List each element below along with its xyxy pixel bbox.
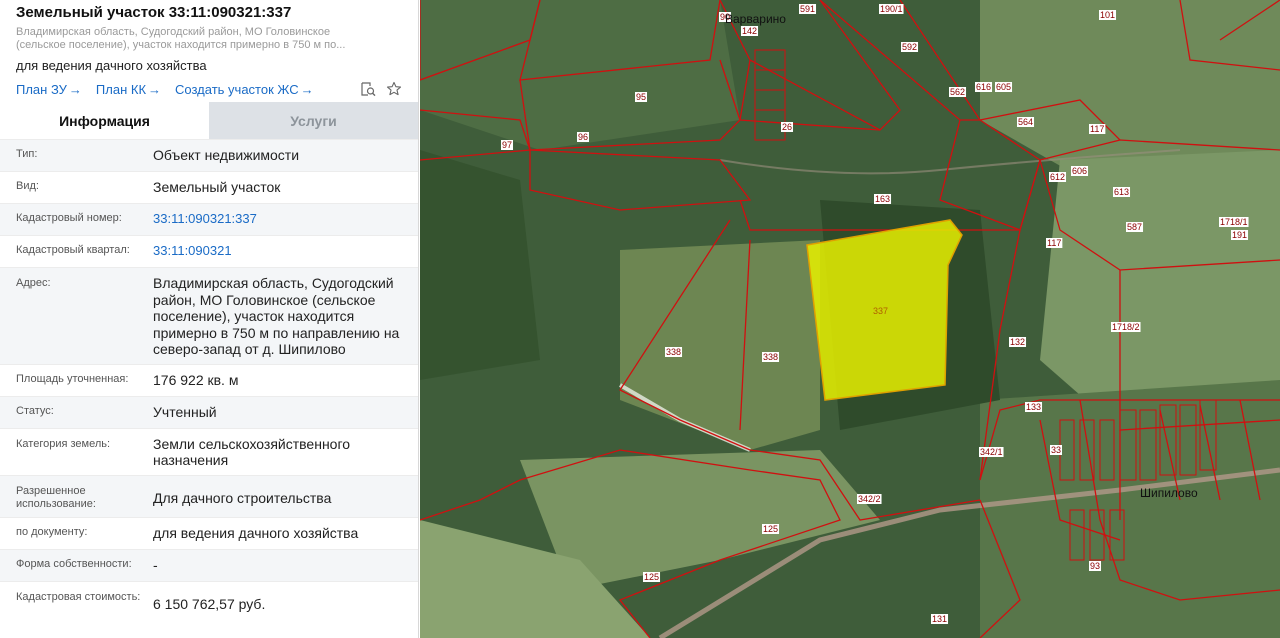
tab-services[interactable]: Услуги <box>209 102 418 139</box>
link-label: План КК <box>95 81 147 97</box>
parcel-number-label: 612 <box>1050 172 1065 182</box>
info-row-cadastral-quarter: Кадастровый квартал: 33:11:090321 <box>0 235 418 267</box>
info-row-area: Площадь уточненная: 176 922 кв. м <box>0 363 418 396</box>
row-label: Разрешенное использование: <box>16 484 96 510</box>
row-label: Статус: <box>16 404 54 417</box>
page-title: Земельный участок 33:11:090321:337 <box>16 4 292 21</box>
info-row-kind: Вид: Земельный участок <box>0 171 418 203</box>
parcel-number-label: 131 <box>932 614 947 624</box>
row-label: Адрес: <box>16 277 51 289</box>
info-row-type: Тип: Объект недвижимости <box>0 139 418 171</box>
row-value: для ведения дачного хозяйства <box>153 524 359 541</box>
parcel-number-label: 142 <box>742 26 757 36</box>
parcel-purpose: для ведения дачного хозяйства <box>16 58 207 73</box>
action-links: План ЗУ → План КК → Создать участок ЖС → <box>16 80 402 98</box>
parcel-number-label: 562 <box>950 87 965 97</box>
plan-zu-link[interactable]: План ЗУ → <box>16 82 82 97</box>
info-row-permitted-use: Разрешенное использование: Для дачного с… <box>0 474 418 517</box>
link-label: Создать участок ЖС <box>175 81 299 97</box>
create-parcel-link[interactable]: Создать участок ЖС → <box>175 82 314 97</box>
parcel-number-label: 342/2 <box>858 494 881 504</box>
satellite-imagery: 90142591 190/195969726592562 616 6055641176… <box>420 0 1280 638</box>
tab-information[interactable]: Информация <box>0 102 209 139</box>
address-subtitle-line: (сельское поселение), участок находится … <box>16 39 346 51</box>
panel-header: Земельный участок 33:11:090321:337 Влади… <box>0 0 418 102</box>
parcel-number-label: 96 <box>578 132 588 142</box>
row-value: 176 922 кв. м <box>153 371 239 388</box>
parcel-number-label: 125 <box>763 524 778 534</box>
info-row-cadastral-number: Кадастровый номер: 33:11:090321:337 <box>0 203 418 235</box>
info-row-address: Адрес: Владимирская область, Судогодский… <box>0 267 418 364</box>
row-label: Тип: <box>16 148 38 160</box>
header-tools <box>360 81 402 97</box>
village-label: Шипилово <box>1140 486 1198 500</box>
parcel-number-label: 564 <box>1018 117 1033 127</box>
parcel-number-label: 125 <box>644 572 659 582</box>
info-row-land-category: Категория земель: Земли сельскохозяйстве… <box>0 427 418 475</box>
plan-kk-link[interactable]: План КК → <box>96 82 161 97</box>
panel-tabs: Информация Услуги <box>0 102 418 139</box>
row-label: Вид: <box>16 180 39 192</box>
parcel-number-label: 613 <box>1114 187 1129 197</box>
row-value: Земли сельскохозяйственного назначения <box>153 435 351 469</box>
parcel-number-label: 605 <box>996 82 1011 92</box>
row-label: Площадь уточненная: <box>16 372 129 385</box>
village-label: Варварино <box>725 12 786 26</box>
row-value: Земельный участок <box>153 179 281 195</box>
row-value: Для дачного строительства <box>153 489 332 506</box>
parcel-number-label: 592 <box>902 42 917 52</box>
row-label: Кадастровый квартал: <box>16 244 130 256</box>
arrow-right-icon: → <box>148 81 162 97</box>
parcel-number-label: 190/1 <box>880 4 903 14</box>
row-value: Владимирская область, Судогодский район,… <box>153 275 400 357</box>
row-label: Кадастровая стоимость: <box>16 590 141 603</box>
link-label: План ЗУ <box>16 81 67 97</box>
row-label: Категория земель: <box>16 437 111 450</box>
selected-parcel-label: 337 <box>873 306 888 316</box>
parcel-number-label: 342/1 <box>980 447 1003 457</box>
info-row-ownership: Форма собственности: - <box>0 548 418 581</box>
row-value: Учтенный <box>153 403 217 420</box>
info-row-cadastral-value: Кадастровая стоимость: 6 150 762,57 руб. <box>0 580 418 618</box>
star-icon[interactable] <box>386 81 402 97</box>
info-table: Тип: Объект недвижимости Вид: Земельный … <box>0 139 418 618</box>
info-row-status: Статус: Учтенный <box>0 395 418 428</box>
parcel-number-label: 26 <box>782 122 792 132</box>
parcel-number-label: 1718/2 <box>1112 322 1140 332</box>
row-label: по документу: <box>16 525 88 538</box>
parcel-number-label: 191 <box>1232 230 1247 240</box>
parcel-number-label: 133 <box>1026 402 1041 412</box>
row-label: Форма собственности: <box>16 557 132 570</box>
parcel-number-label: 338 <box>666 347 681 357</box>
parcel-number-label: 338 <box>763 352 778 362</box>
parcel-number-label: 117 <box>1047 238 1061 248</box>
cadastral-quarter-link[interactable]: 33:11:090321 <box>153 236 418 267</box>
parcel-number-label: 97 <box>502 140 512 150</box>
cadastral-map[interactable]: 90 142 591 190/1 95 96 97 26 592 562 616 605 564 117 6… <box>420 0 1280 638</box>
row-value: 6 150 762,57 руб. <box>153 595 266 612</box>
parcel-number-label: 163 <box>875 194 890 204</box>
document-search-icon[interactable] <box>360 81 376 97</box>
parcel-number-label: 587 <box>1127 222 1142 232</box>
row-value: Объект недвижимости <box>153 147 300 163</box>
address-subtitle: Владимирская область, Судогодский район,… <box>16 26 402 52</box>
info-row-by-document: по документу: для ведения дачного хозяйс… <box>0 516 418 549</box>
parcel-number-label: 93 <box>1090 561 1100 571</box>
parcel-number-label: 33 <box>1051 445 1061 455</box>
info-panel: Земельный участок 33:11:090321:337 Влади… <box>0 0 419 638</box>
parcel-number-label: 591 <box>800 4 815 14</box>
cadastral-number-link[interactable]: 33:11:090321:337 <box>153 204 418 235</box>
parcel-number-label: 95 <box>636 92 646 102</box>
row-label: Кадастровый номер: <box>16 212 122 224</box>
parcel-number-label: 616 <box>976 82 991 92</box>
address-subtitle-line: Владимирская область, Судогодский район,… <box>16 26 331 38</box>
parcel-number-label: 117 <box>1090 124 1104 134</box>
parcel-number-label: 132 <box>1010 337 1025 347</box>
arrow-right-icon: → <box>68 81 82 97</box>
parcel-number-label: 606 <box>1072 166 1087 176</box>
row-value: - <box>153 556 158 573</box>
parcel-number-label: 1718/1 <box>1220 217 1248 227</box>
arrow-right-icon: → <box>300 81 314 97</box>
parcel-number-label: 101 <box>1100 10 1115 20</box>
